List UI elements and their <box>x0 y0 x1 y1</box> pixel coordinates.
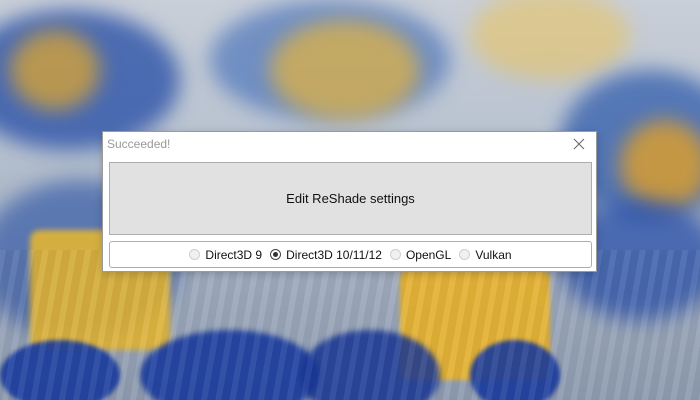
radio-label: Vulkan <box>475 247 512 262</box>
radio-direct3d-9[interactable]: Direct3D 9 <box>189 248 262 262</box>
radio-button-icon[interactable] <box>189 249 201 260</box>
wallpaper-stripes <box>0 250 700 400</box>
radio-label: OpenGL <box>405 247 452 262</box>
radio-opengl[interactable]: OpenGL <box>389 247 452 262</box>
dialog-titlebar[interactable]: Succeeded! <box>103 132 596 158</box>
radio-vulkan[interactable]: Vulkan <box>459 247 512 262</box>
graphics-api-radio-group: Direct3D 9 Direct3D 10/11/12 OpenGL Vulk… <box>109 241 592 268</box>
wallpaper-blur-shape <box>620 120 700 210</box>
edit-reshade-settings-button[interactable]: Edit ReShade settings <box>109 162 592 235</box>
wallpaper-blur-shape <box>270 20 420 120</box>
radio-label: Direct3D 9 <box>205 247 263 262</box>
reshade-setup-dialog: Succeeded! Edit ReShade settings Direct3… <box>102 131 597 272</box>
dialog-title: Succeeded! <box>107 137 171 151</box>
radio-direct3d-10-11-12[interactable]: Direct3D 10/11/12 <box>270 248 382 262</box>
close-button[interactable] <box>564 133 594 155</box>
wallpaper-blur-shape <box>470 0 630 80</box>
wallpaper-blur-shape <box>10 30 100 110</box>
radio-label: Direct3D 10/11/12 <box>286 247 382 262</box>
radio-button-icon[interactable] <box>389 249 401 260</box>
radio-button-icon[interactable] <box>459 249 471 260</box>
close-icon <box>573 138 585 150</box>
radio-button-icon[interactable] <box>270 249 282 260</box>
